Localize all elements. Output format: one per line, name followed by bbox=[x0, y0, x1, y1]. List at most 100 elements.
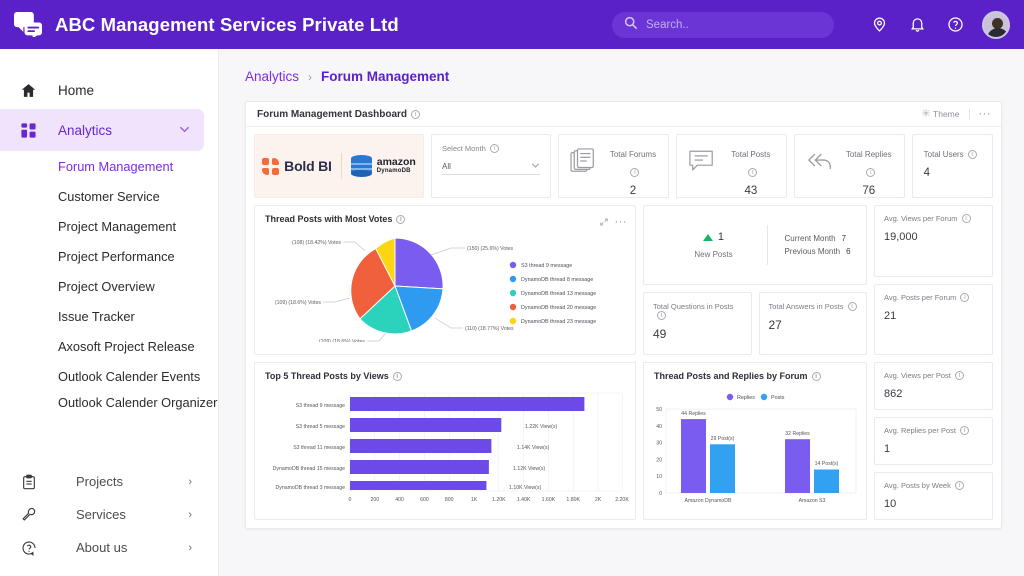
comment-icon bbox=[688, 148, 718, 179]
label-posts-s3: 14 Post(s) bbox=[815, 461, 839, 467]
bell-icon[interactable] bbox=[898, 16, 936, 33]
documents-icon bbox=[570, 148, 600, 179]
sidebar-item-services[interactable]: Services › bbox=[0, 498, 218, 531]
pie-chart-panel: Thread Posts with Most Votes i ··· (150)… bbox=[254, 205, 636, 355]
ytick-20: 20 bbox=[656, 457, 662, 463]
label-replies-dynamodb: 44 Replies bbox=[681, 411, 706, 417]
bar-4 bbox=[350, 481, 487, 490]
amazon-label: amazon bbox=[376, 156, 416, 169]
label-replies-s3: 32 Replies bbox=[785, 431, 810, 437]
mini-card-total-questions: Total Questions in Postsi 49 bbox=[643, 292, 752, 355]
dynamodb-logo: amazon DynamoDB bbox=[350, 155, 416, 177]
label-posts-dynamodb: 29 Post(s) bbox=[711, 436, 735, 442]
bar-2 bbox=[350, 439, 492, 453]
kpi-card-total-forums: Total Forumsi 2 bbox=[558, 134, 669, 198]
more-options-button[interactable]: ··· bbox=[979, 109, 992, 120]
xtick-10: 2K bbox=[595, 497, 602, 503]
breadcrumb-current: Forum Management bbox=[321, 69, 450, 84]
horizontal-bar-chart-svg: S3 thread 9 message S3 thread 5 message … bbox=[273, 392, 629, 503]
info-icon[interactable]: i bbox=[954, 481, 964, 490]
bar-data-label-2: 1.14K View(s) bbox=[517, 445, 549, 451]
info-icon[interactable]: i bbox=[392, 372, 402, 381]
divider bbox=[340, 153, 342, 179]
info-icon[interactable]: i bbox=[954, 371, 964, 380]
theme-button[interactable]: Theme bbox=[922, 109, 960, 119]
sidebar-item-customer-service[interactable]: Customer Service bbox=[0, 181, 218, 211]
info-icon[interactable]: i bbox=[866, 168, 876, 177]
bar-category-0: S3 thread 9 message bbox=[296, 403, 345, 409]
kpi-card-total-posts: Total Postsi 43 bbox=[675, 134, 787, 198]
xtick-7: 1.40K bbox=[517, 497, 531, 503]
sidebar-item-projects[interactable]: Projects › bbox=[0, 465, 218, 498]
search-input[interactable] bbox=[646, 18, 822, 31]
xtick-6: 1.20K bbox=[492, 497, 506, 503]
kpi-label: Total Postsi bbox=[731, 150, 771, 177]
ytick-50: 50 bbox=[656, 407, 662, 413]
info-icon[interactable]: i bbox=[959, 426, 969, 435]
pie-label-3: (109) (18.6%) Votes bbox=[275, 300, 322, 306]
avg-card-replies-per-post: Avg. Replies per Post i 1 bbox=[874, 417, 993, 465]
avg-card-value: 1 bbox=[884, 443, 891, 455]
sidebar-item-project-overview[interactable]: Project Overview bbox=[0, 271, 218, 301]
sidebar-item-axosoft-project-release[interactable]: Axosoft Project Release bbox=[0, 331, 218, 361]
dashboard-title: Forum Management Dashboard bbox=[257, 108, 408, 120]
category-s3: Amazon S3 bbox=[799, 498, 826, 504]
xtick-4: 800 bbox=[445, 497, 454, 503]
breadcrumb-analytics[interactable]: Analytics bbox=[245, 69, 299, 84]
question-mark-icon bbox=[18, 540, 39, 556]
xtick-5: 1K bbox=[471, 497, 478, 503]
xtick-0: 0 bbox=[349, 497, 352, 503]
sidebar-item-outlook-calender-events[interactable]: Outlook Calender Events bbox=[0, 361, 218, 391]
avatar[interactable] bbox=[982, 10, 1010, 39]
pie-legend-1: DynamoDB thread 8 message bbox=[521, 277, 593, 283]
info-icon[interactable]: i bbox=[967, 150, 977, 159]
info-icon[interactable]: i bbox=[748, 168, 758, 177]
bar-category-2: S3 thread 11 message bbox=[293, 445, 345, 451]
sidebar-item-label: Services bbox=[76, 507, 126, 522]
info-icon[interactable]: i bbox=[960, 292, 970, 302]
bar-0 bbox=[350, 397, 585, 411]
sidebar-item-analytics[interactable]: Analytics bbox=[0, 109, 204, 151]
bar-posts-dynamodb bbox=[710, 444, 735, 493]
sidebar-item-label: Home bbox=[58, 82, 95, 98]
avg-card-value: 862 bbox=[884, 388, 903, 400]
new-posts-right: Current Month 7 Previous Month 6 bbox=[768, 230, 850, 260]
avg-card-label: Avg. Views per Forum i bbox=[884, 214, 983, 223]
info-icon[interactable]: i bbox=[847, 302, 857, 311]
help-icon[interactable] bbox=[936, 16, 974, 33]
info-icon[interactable]: i bbox=[630, 168, 640, 177]
search-box[interactable] bbox=[612, 11, 834, 38]
avg-card-value: 10 bbox=[884, 498, 897, 510]
info-icon[interactable]: i bbox=[411, 109, 421, 119]
mini-card-value: 49 bbox=[653, 327, 667, 341]
bar-3 bbox=[350, 460, 489, 474]
sidebar-item-issue-tracker[interactable]: Issue Tracker bbox=[0, 301, 218, 331]
sidebar-item-outlook-calender-organizer[interactable]: Outlook Calender Organizer bbox=[0, 391, 218, 433]
legend-replies: Replies bbox=[737, 395, 755, 401]
info-icon[interactable]: i bbox=[489, 144, 499, 153]
location-pin-icon[interactable] bbox=[860, 16, 898, 33]
chevron-right-icon: › bbox=[188, 508, 192, 521]
sidebar-item-home[interactable]: Home bbox=[0, 71, 218, 109]
new-posts-left: 1 New Posts bbox=[659, 231, 767, 259]
info-icon[interactable]: i bbox=[396, 215, 406, 224]
column-chart-svg: Replies Posts 50 40 30 20 10 0 44 Replie… bbox=[656, 393, 857, 504]
select-month-dropdown[interactable]: All bbox=[442, 159, 540, 175]
sidebar-item-about-us[interactable]: About us › bbox=[0, 531, 218, 564]
info-icon[interactable]: i bbox=[961, 214, 971, 223]
bar-replies-dynamodb bbox=[681, 419, 706, 493]
sidebar-item-label: Analytics bbox=[58, 122, 113, 138]
current-month-row: Current Month 7 bbox=[784, 234, 847, 243]
pie-label-2: (109) (18.6%) Votes bbox=[319, 339, 366, 342]
brand: ABC Management Services Private Ltd bbox=[14, 11, 399, 39]
info-icon[interactable]: i bbox=[811, 372, 821, 381]
kpi-text: Total Forumsi 2 bbox=[609, 144, 657, 197]
boldbi-logo: Bold BI bbox=[262, 157, 332, 175]
info-icon[interactable]: i bbox=[657, 311, 666, 320]
sidebar-item-project-management[interactable]: Project Management bbox=[0, 211, 218, 241]
pie-legend-2: DynamoDB thread 13 message bbox=[521, 291, 596, 297]
sidebar-item-forum-management[interactable]: Forum Management bbox=[0, 151, 218, 181]
top-bar-actions bbox=[612, 10, 1010, 39]
sidebar-item-project-performance[interactable]: Project Performance bbox=[0, 241, 218, 271]
new-posts-card: 1 New Posts Current Month 7 Previous Mon… bbox=[643, 205, 867, 285]
